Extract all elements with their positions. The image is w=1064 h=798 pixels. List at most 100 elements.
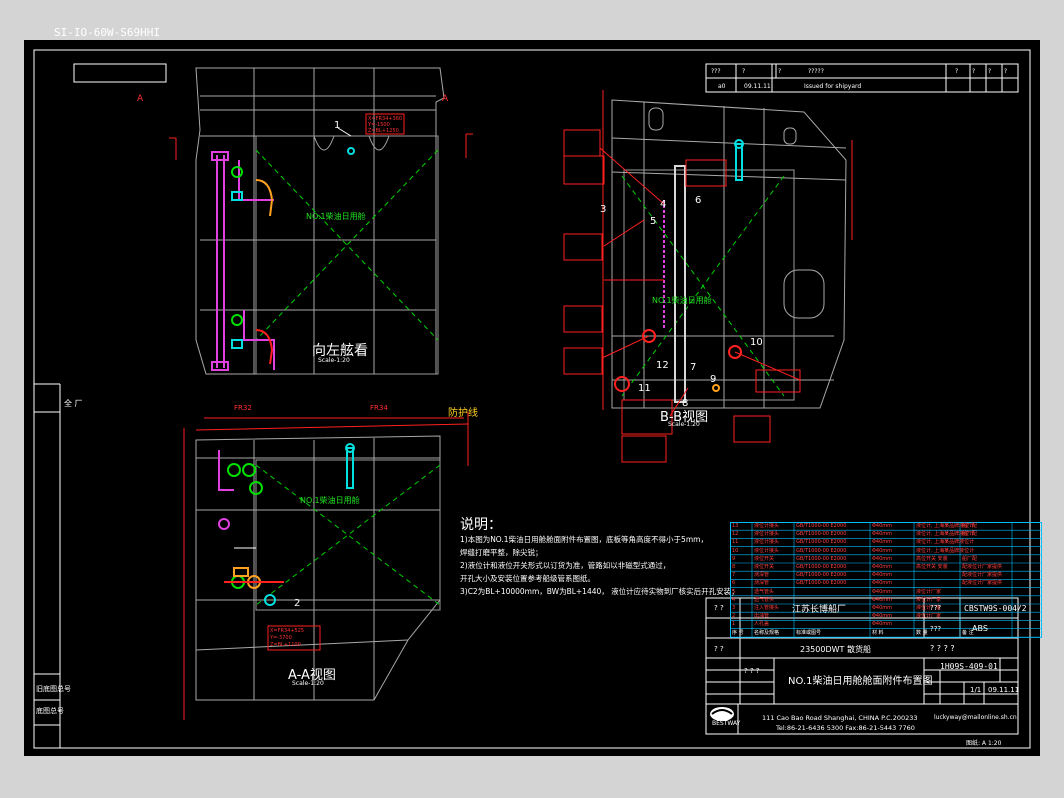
sidebar-bottom-label-2: 底图总号 (36, 707, 64, 715)
parts-row-no: 11 (732, 539, 739, 546)
section-marker-right: A (442, 94, 449, 104)
bb-dimensions (602, 90, 853, 410)
parts-row-note: 液位计厂家 (916, 596, 942, 603)
parts-row-remark: 船厂配 (962, 531, 978, 538)
aa-equipment (218, 443, 355, 606)
tb-mark-6: ? ? ? (744, 667, 760, 675)
tb-date: 09.11.11 (988, 686, 1020, 694)
parts-row-std: GB/T1000-00 E2000 (796, 564, 847, 570)
parts-row-std: GB/T1000-00 E2000 (796, 580, 847, 587)
parts-row-remark: 配液位计厂家提供 (962, 564, 1003, 570)
callout-6: 6 (695, 195, 702, 206)
tb-mark-1: ? ? (714, 604, 724, 612)
callout-1: 1 (334, 120, 341, 131)
parts-row-no: 13 (732, 523, 739, 529)
left-piping (211, 151, 275, 371)
parts-row-name: 液位计接头 (754, 531, 780, 538)
view-bb (611, 99, 847, 409)
rev-h-7: ? (988, 68, 992, 75)
parts-row-std: GB/T1000-00 E2000 (796, 547, 847, 554)
notes-line-1: 1)本图为NO.1柴油日用舱舱面附件布置图，底板等角高度不得小于5mm， (460, 535, 708, 544)
parts-row-no: 10 (732, 547, 739, 554)
section-markers-aa (169, 133, 473, 160)
parts-row-name: 测深管 (754, 580, 770, 587)
parts-row-material: Φ40mm (872, 555, 893, 562)
parts-row-name: 透气管头 (754, 596, 775, 603)
parts-row-material: Φ40mm (872, 613, 893, 620)
tb-mark-4: ? ? (714, 645, 724, 653)
rev-h-8: ? (1004, 68, 1008, 75)
tb-class: ABS (972, 624, 988, 633)
parts-row-std: GB/T1000-00 E2000 (796, 523, 847, 529)
parts-row-remark: 船厂配 (962, 523, 978, 529)
parts-row-material: Φ40mm (872, 605, 893, 611)
parts-row-material: Φ40mm (872, 539, 893, 546)
parts-row-material: Φ40mm (872, 523, 893, 529)
parts-row-name: 测深管 (754, 572, 770, 579)
parts-row-name: 注入管接头 (754, 605, 780, 611)
parts-row-material: Φ40mm (872, 596, 893, 603)
parts-row-remark: 配液位计厂家提供 (962, 572, 1003, 579)
parts-row-name: 液位开关 (754, 564, 775, 570)
tb-mark-3: ??? (930, 625, 942, 633)
parts-row-material: Φ40mm (872, 572, 893, 579)
callout-10: 10 (750, 337, 763, 348)
parts-row-name: 出油管 (754, 613, 770, 620)
parts-row-material: Φ40mm (872, 588, 893, 595)
callout-8: 8 (682, 398, 689, 409)
callout-2: 2 (294, 598, 301, 609)
notes-line-5: 3)C2为BL+10000mm，BW为BL+1440， 液位计应待实物到厂核实后… (460, 587, 739, 596)
notes-line-2: 焊缝打磨平整，除尖锐； (460, 548, 543, 557)
rev-h-4: ????? (808, 68, 824, 75)
parts-row-remark: 船厂配 (962, 555, 978, 562)
parts-row-name: 人孔盖 (754, 621, 770, 628)
view-bb-scale: Scale-1:20 (668, 421, 700, 428)
view-aa (195, 417, 469, 701)
drawing-number-rotated: SI-IO-60W-S69HHI (54, 26, 160, 39)
rev-r-2: 09.11.11 (744, 83, 771, 90)
tb-sheet: 1/1 (970, 686, 982, 694)
parts-row-std: GB/T1000-00 E2000 (796, 531, 847, 538)
rev-h-6: ? (972, 68, 976, 75)
tank-label-bb: NO.1柴油日用舱 (652, 296, 712, 305)
drawing-number-box (73, 63, 167, 83)
sidebar-bottom-label-1: 旧底图总号 (36, 685, 71, 693)
rev-r-3: Issued for shipyard (804, 83, 862, 90)
sidebar-top-label: 全 厂 (64, 399, 83, 408)
parts-row-note: 液位计厂家 (916, 613, 942, 620)
tb-drawing-title: NO.1柴油日用舱舱面附件布置图 (788, 676, 933, 687)
bestway-logo (710, 707, 734, 721)
parts-row-material: Φ40mm (872, 621, 893, 628)
parts-row-note: 高位开关 安装 (916, 555, 948, 562)
left-tank-diagonals (255, 149, 439, 341)
notes-line-4: 开孔大小及安装位置参考船级管系图纸。 (460, 574, 595, 583)
parts-header-cell: 材 料 (872, 629, 884, 636)
callout-3: 3 (600, 204, 607, 215)
tb-phone: Tel:86-21-6436 5300 Fax:86-21-5443 7760 (776, 724, 915, 732)
tb-yard: 江苏长博船厂 (792, 605, 847, 615)
tank-label-left: NO.1柴油日用舱 (306, 212, 366, 221)
parts-row-material: Φ40mm (872, 531, 893, 538)
parts-row-no: 1 (732, 621, 736, 628)
callout-12: 12 (656, 360, 669, 371)
parts-row-no: 7 (732, 572, 736, 579)
parts-row-std: GB/T1000-00 E2000 (796, 555, 847, 562)
callout-4: 4 (660, 199, 667, 210)
parts-row-no: 9 (732, 555, 736, 562)
parts-row-std: GB/T1000-00 E2000 (796, 572, 847, 579)
parts-header-cell: 标准或图号 (796, 629, 822, 636)
parts-row-name: 液位开关 (754, 555, 775, 562)
frame-label-fr32: FR32 (234, 404, 252, 412)
coord-note-1: X=FR34+360 Y=-1500 Z=BL+1250 (368, 116, 403, 134)
callout-11: 11 (638, 383, 651, 394)
tank-label-aa: NO.1柴油日用舱 (300, 496, 360, 505)
tb-address: 111 Cao Bao Road Shanghai, CHINA P.C.200… (762, 714, 918, 722)
rev-h-2: ? (742, 68, 746, 75)
rev-r-1: a0 (718, 83, 726, 90)
notes-heading: 说明： (460, 517, 502, 533)
coord-note-2: X=FR34+525 Y=-3700 Z=BL+1100 (270, 628, 305, 648)
parts-row-material: Φ40mm (872, 564, 893, 570)
parts-header-cell: 名称及规格 (754, 629, 780, 636)
parts-row-name: 液位计接头 (754, 539, 780, 546)
view-left-scale: Scale-1:20 (318, 357, 350, 364)
